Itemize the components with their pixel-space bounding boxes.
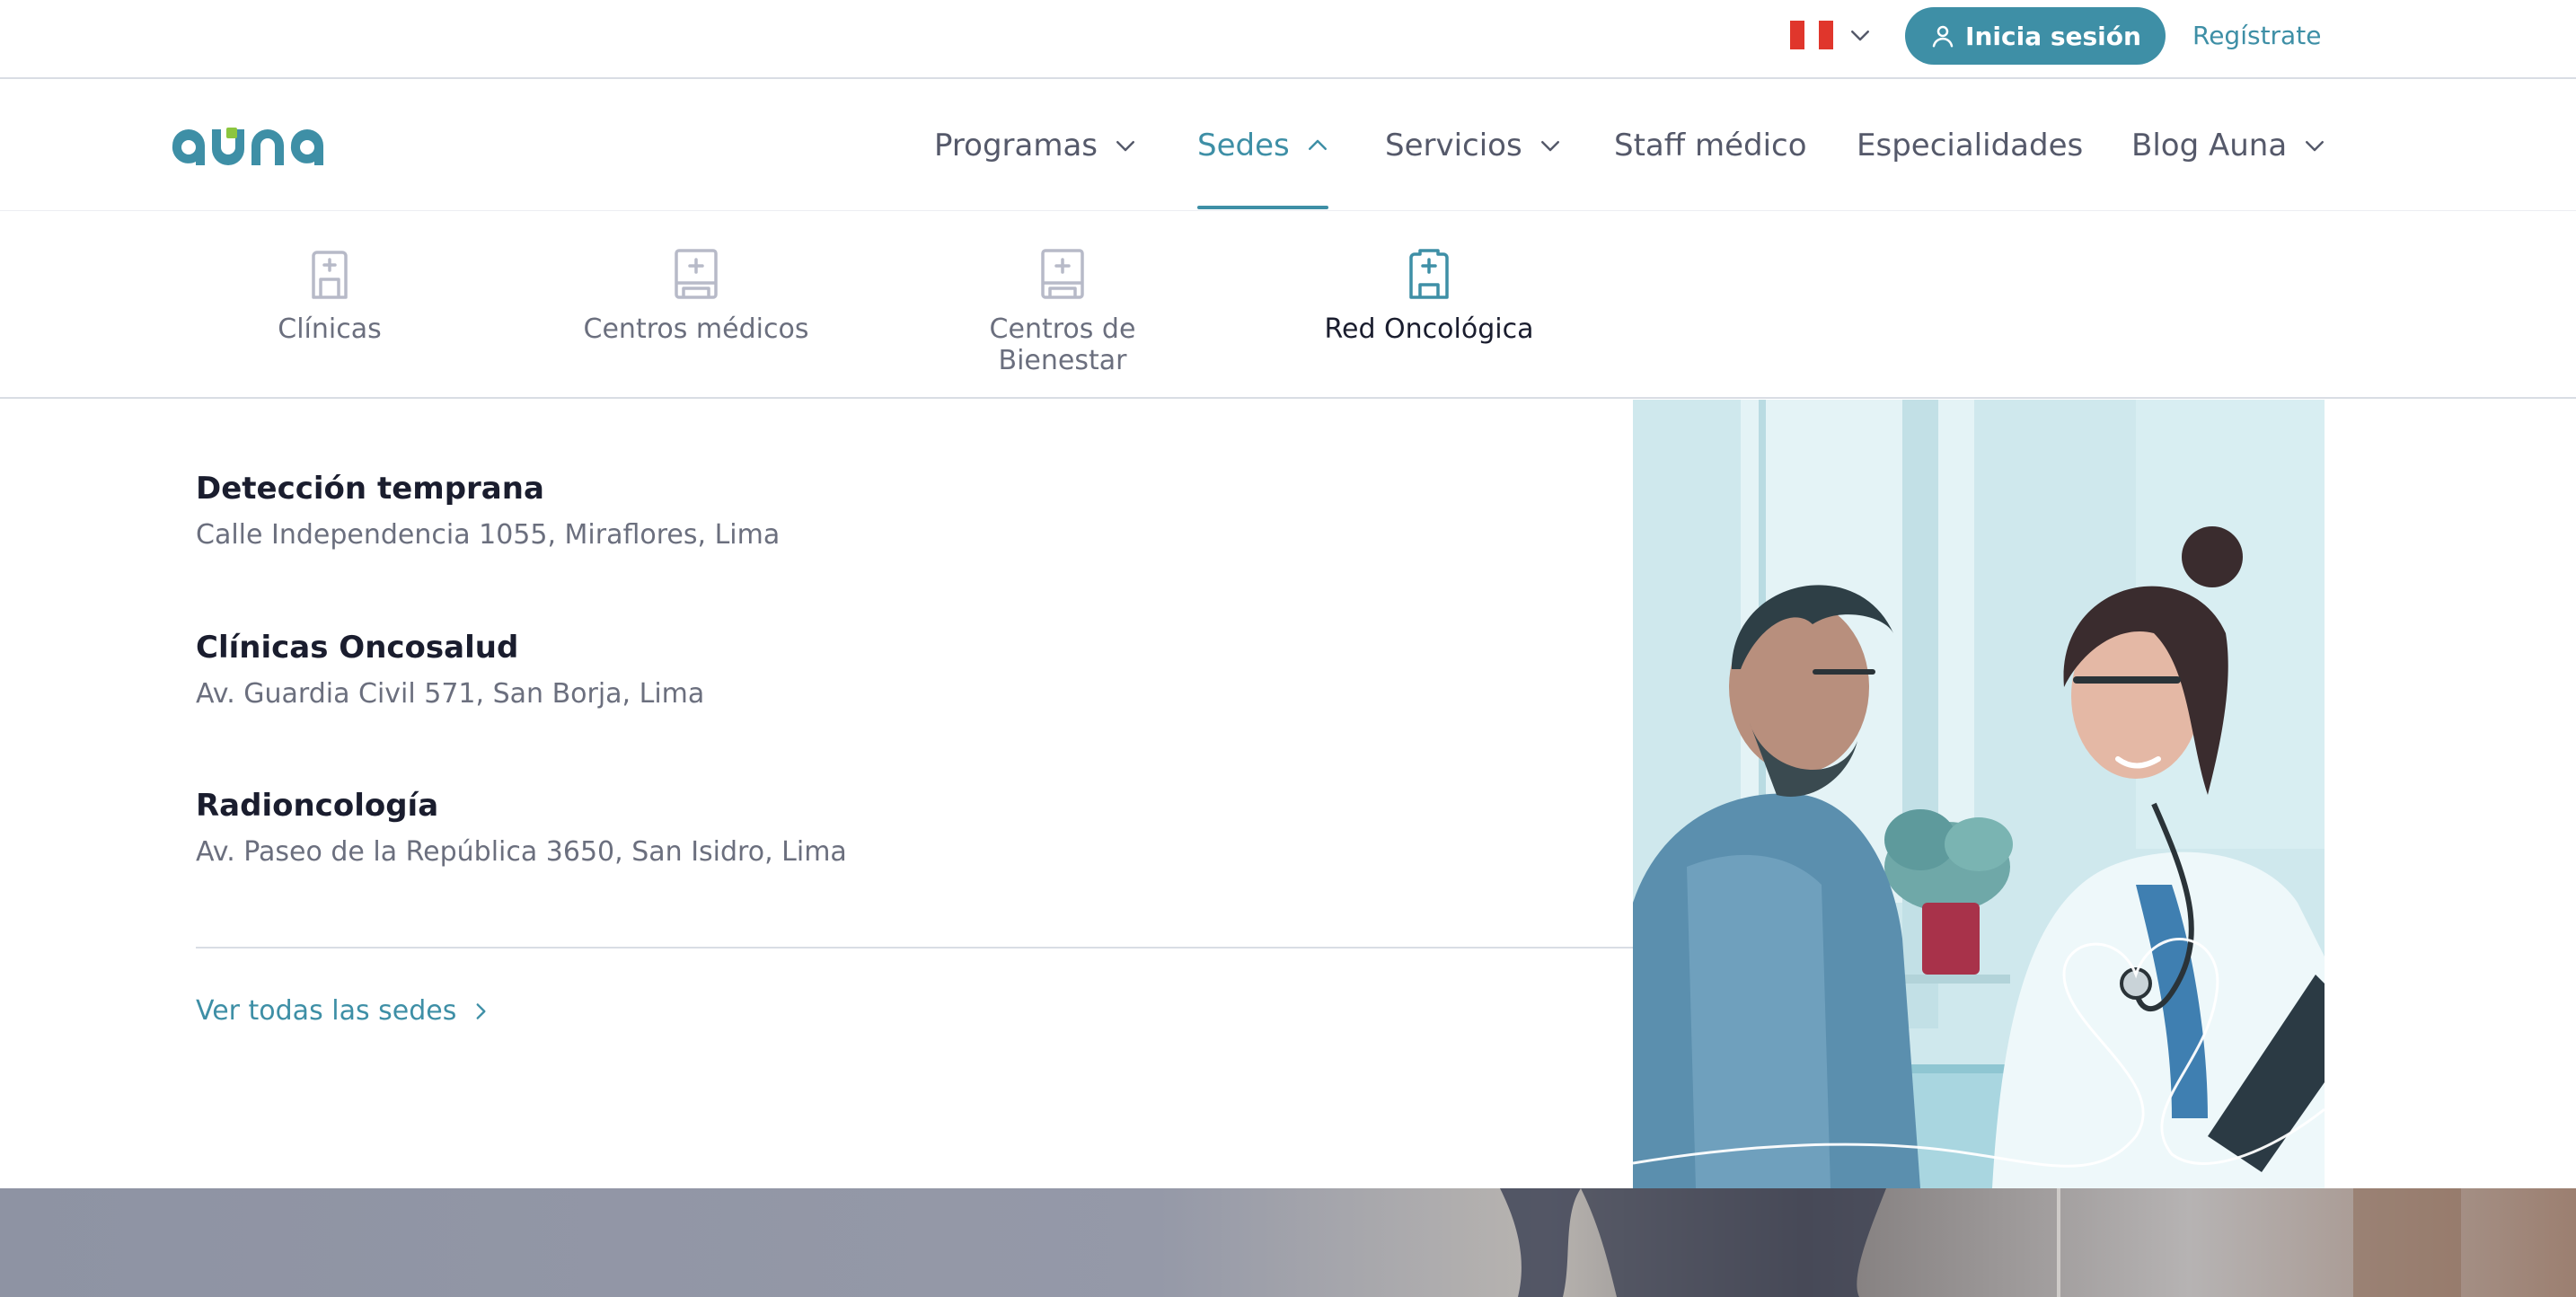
divider: [196, 947, 1633, 948]
see-all-label: Ver todas las sedes: [196, 995, 457, 1027]
active-nav-indicator: [1197, 206, 1328, 209]
category-clinicas[interactable]: Clínicas: [195, 247, 464, 345]
location-name: Detección temprana: [196, 471, 544, 507]
oncology-network-icon: [1409, 249, 1449, 299]
auna-logo[interactable]: [167, 119, 347, 169]
register-link[interactable]: Regístrate: [2192, 18, 2321, 54]
nav-programas-label: Programas: [934, 128, 1098, 163]
page-hero-background: [0, 1188, 2576, 1297]
hospital-icon: [312, 251, 348, 299]
location-address: Av. Paseo de la República 3650, San Isid…: [196, 836, 847, 868]
location-item[interactable]: Radioncología Av. Paseo de la República …: [196, 784, 1543, 872]
nav-especialidades[interactable]: Especialidades: [1857, 124, 2083, 167]
category-label: Clínicas: [278, 313, 382, 345]
category-centros-medicos[interactable]: Centros médicos: [561, 247, 831, 345]
chevron-down-icon: [2306, 141, 2325, 152]
nav-programas[interactable]: Programas: [934, 124, 1139, 167]
location-name: Clínicas Oncosalud: [196, 630, 519, 666]
location-name: Radioncología: [196, 788, 439, 824]
nav-sedes[interactable]: Sedes: [1197, 124, 1331, 167]
main-navigation: Programas Sedes Servicios Staff médico E…: [0, 81, 2576, 210]
category-label: Centros de Bienestar: [989, 313, 1136, 376]
doctor-patient-photo: [1633, 400, 2325, 1188]
chevron-down-icon: [1116, 141, 1135, 152]
location-address: Calle Independencia 1055, Miraflores, Li…: [196, 519, 781, 551]
nav-sedes-label: Sedes: [1197, 128, 1290, 163]
category-red-oncologica[interactable]: Red Oncológica: [1294, 247, 1564, 345]
location-address: Av. Guardia Civil 571, San Borja, Lima: [196, 678, 705, 710]
chevron-up-icon: [1308, 139, 1327, 150]
nav-staff-medico[interactable]: Staff médico: [1614, 124, 1807, 167]
sedes-categories: Clínicas Centros médicos Centros de Bien…: [0, 210, 2576, 399]
chevron-down-icon: [1540, 141, 1559, 152]
category-label: Centros médicos: [583, 313, 809, 345]
location-item[interactable]: Clínicas Oncosalud Av. Guardia Civil 571…: [196, 626, 1543, 714]
medical-center-icon: [675, 249, 718, 299]
photo-illustration: [1633, 400, 2325, 1188]
hero-background-shapes: [1500, 1188, 2461, 1297]
chevron-down-icon[interactable]: [1847, 22, 1874, 49]
wellness-center-icon: [1041, 249, 1084, 299]
top-utility-bar: Inicia sesión Regístrate: [0, 0, 2576, 79]
see-all-locations-link[interactable]: Ver todas las sedes: [196, 992, 492, 1031]
nav-blog-auna[interactable]: Blog Auna: [2131, 124, 2328, 167]
nav-servicios[interactable]: Servicios: [1385, 124, 1564, 167]
peru-flag-icon[interactable]: [1790, 21, 1833, 49]
nav-servicios-label: Servicios: [1385, 128, 1522, 163]
login-button[interactable]: Inicia sesión: [1905, 7, 2166, 65]
login-label: Inicia sesión: [1965, 21, 2141, 51]
chevron-right-icon: [476, 1003, 486, 1019]
category-centros-bienestar[interactable]: Centros de Bienestar: [928, 247, 1197, 376]
nav-blog-auna-label: Blog Auna: [2131, 128, 2288, 163]
user-icon: [1932, 25, 1954, 48]
category-label: Red Oncológica: [1324, 313, 1534, 345]
location-item[interactable]: Detección temprana Calle Independencia 1…: [196, 467, 1543, 555]
